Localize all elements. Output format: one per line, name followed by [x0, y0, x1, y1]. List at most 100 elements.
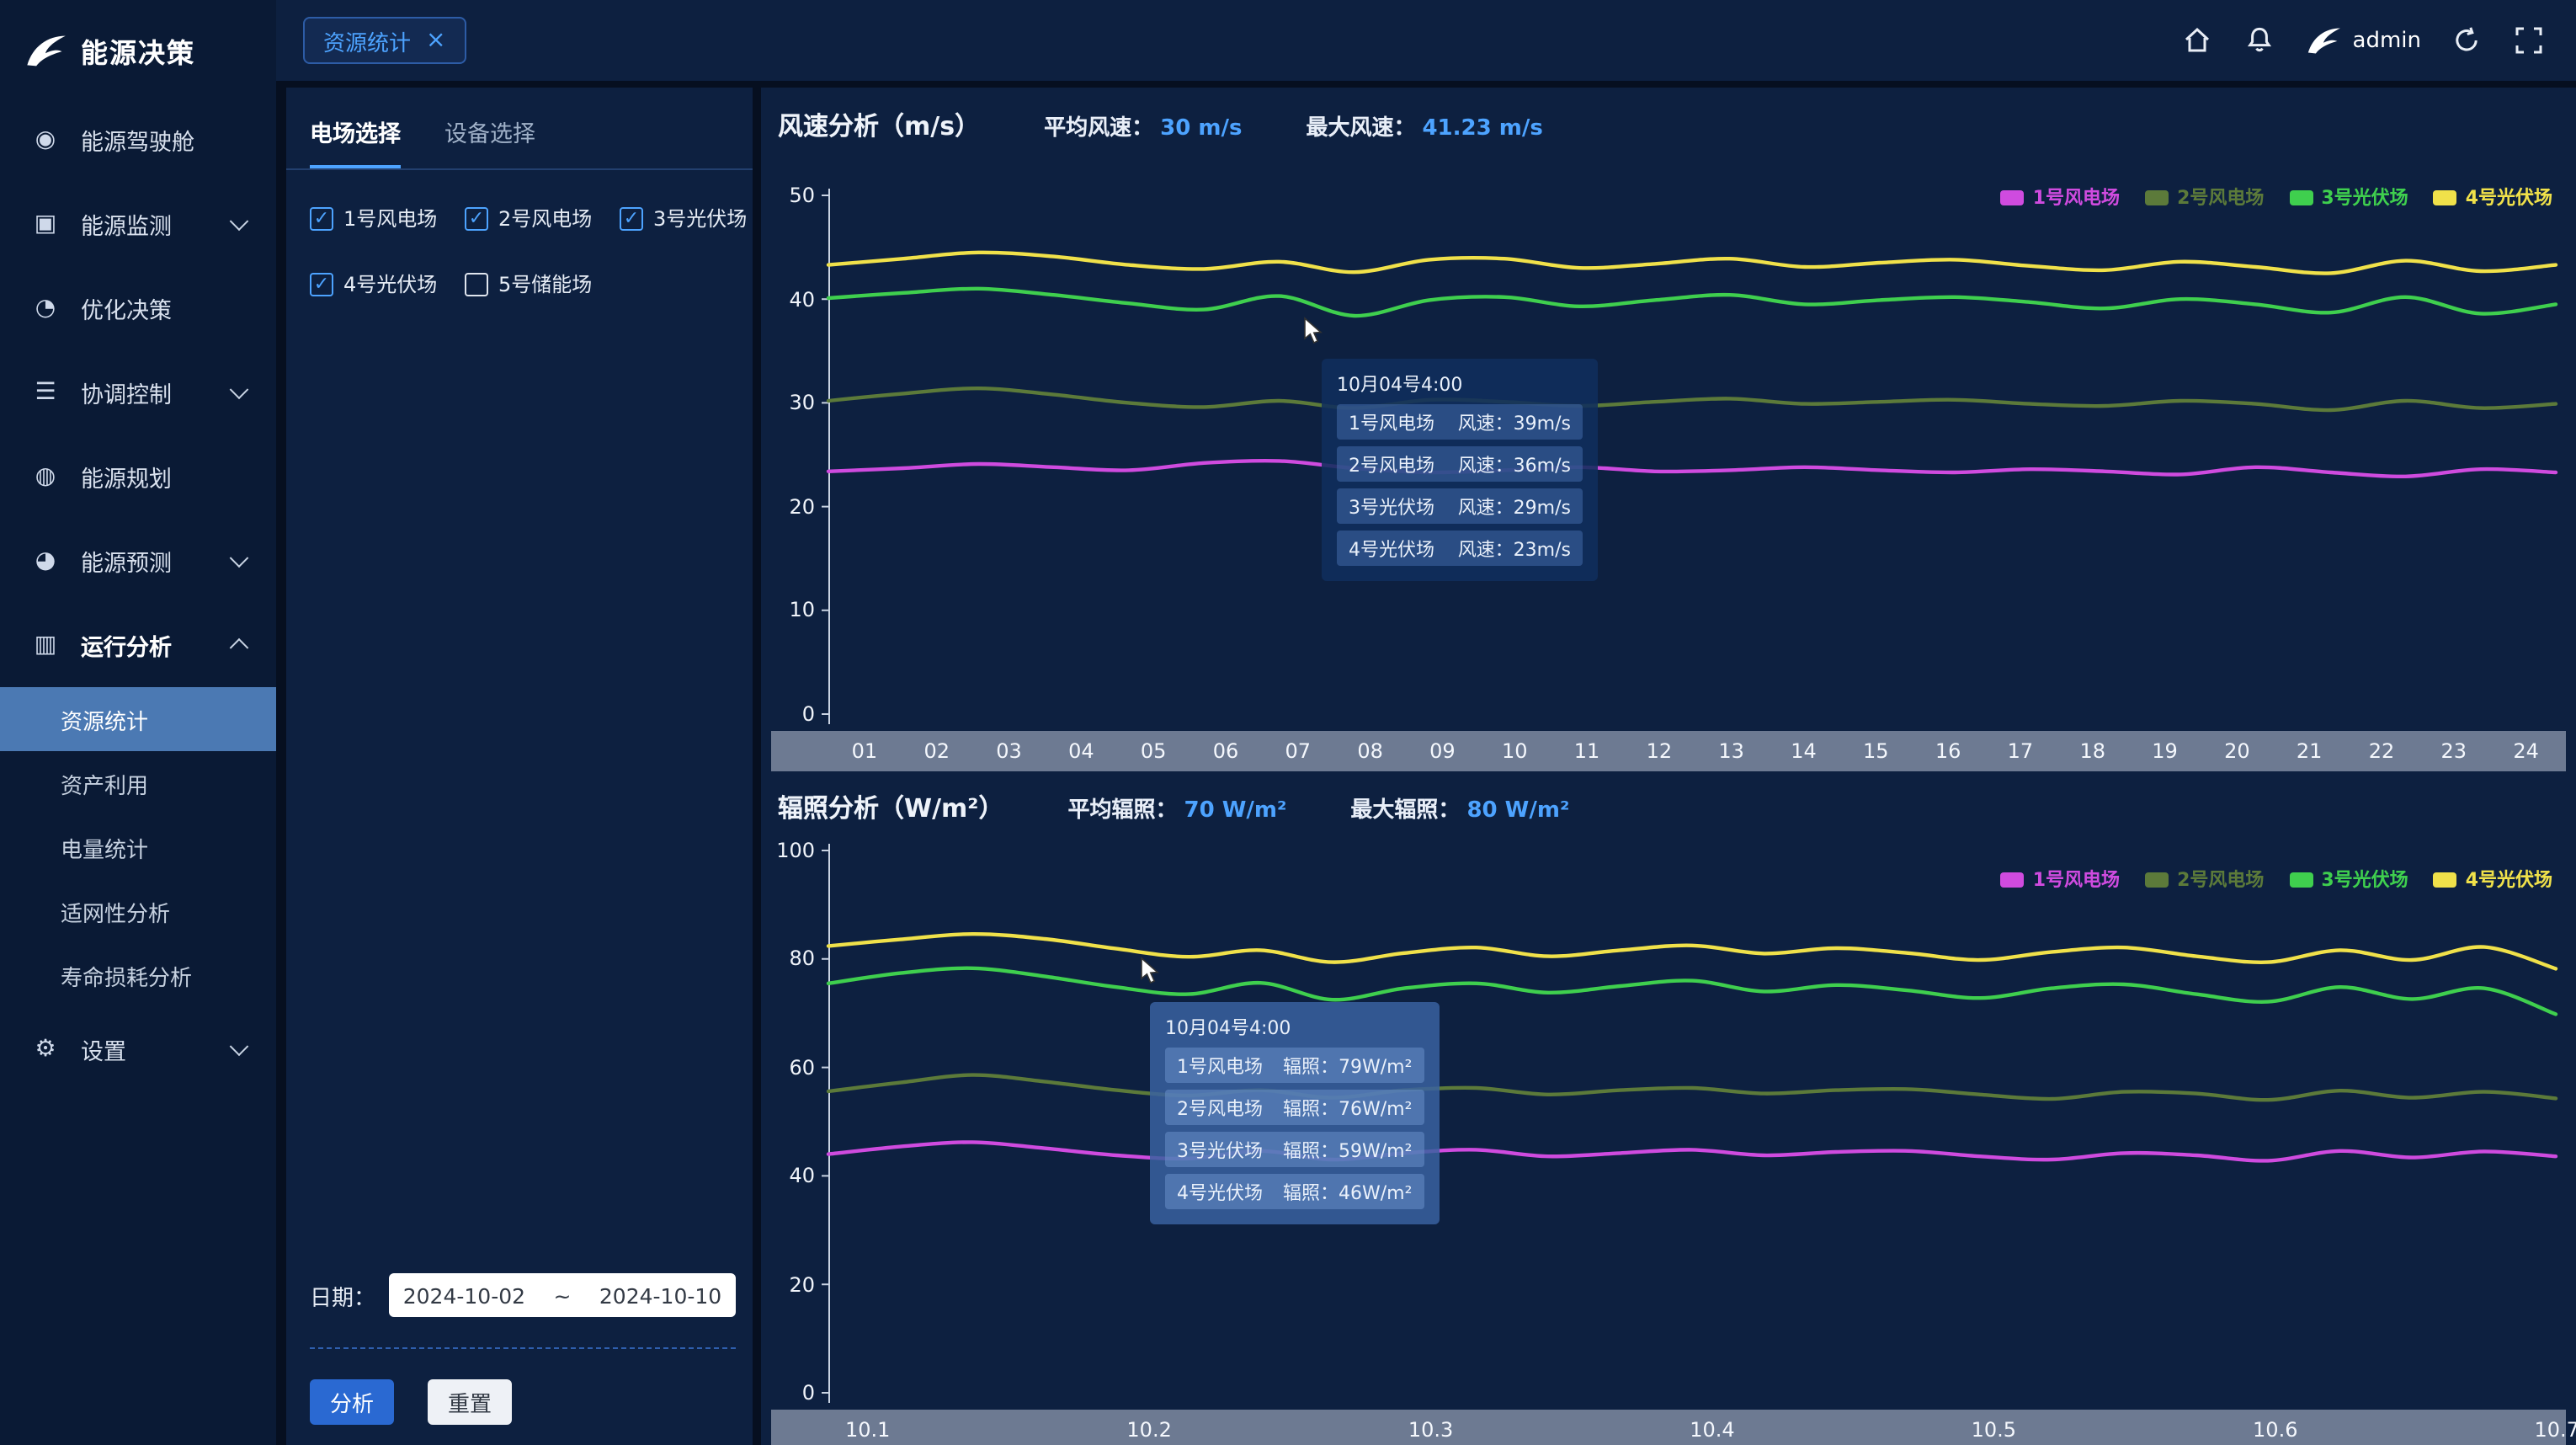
topbar: 资源统计 × admin	[276, 0, 2576, 81]
sidebar-menu: ◉能源驾驶舱▣能源监测 ◔ 优化决策 ☰协调控制◍能源规划 ◕ 能源预测 ▥运行分析资源统计…	[0, 98, 276, 1091]
bell-icon[interactable]	[2243, 24, 2277, 57]
x-axis-label: 10	[1502, 739, 1528, 763]
tooltip-value: 辐照：46W/m²	[1283, 1178, 1412, 1205]
chart-legend: 1号风电场 2号风电场 3号光伏场 4号光伏场	[2001, 184, 2552, 211]
sidebar-item-优化决策[interactable]: ◔ 优化决策	[0, 266, 276, 350]
sidebar-item-协调控制[interactable]: ☰协调控制	[0, 350, 276, 435]
analyze-button[interactable]: 分析	[310, 1379, 394, 1425]
chart-tooltip: 10月04号4:001号风电场风速：39m/s2号风电场风速：36m/s3号光伏…	[1322, 359, 1598, 581]
checkbox-checked-icon: ✓	[465, 206, 488, 230]
filter-tab-设备选择[interactable]: 设备选择	[444, 115, 535, 168]
legend-item-2号风电场[interactable]: 2号风电场	[2145, 866, 2264, 893]
home-icon[interactable]	[2181, 24, 2215, 57]
sidebar-item-label: 能源监测	[81, 207, 172, 241]
date-label: 日期：	[310, 1279, 375, 1311]
sidebar-item-能源规划[interactable]: ◍能源规划	[0, 435, 276, 519]
legend-label: 4号光伏场	[2466, 184, 2552, 211]
charts-panel: 风速分析（m/s）平均风速：30 m/s最大风速：41.23 m/s1号风电场2…	[761, 88, 2576, 1445]
x-axis-label: 10.2	[1126, 1418, 1171, 1442]
sidebar-item-能源驾驶舱[interactable]: ◉能源驾驶舱	[0, 98, 276, 182]
filter-panel-bottom: 日期： 2024-10-02 ~ 2024-10-10 分析 重置	[310, 1273, 736, 1425]
user-menu[interactable]: admin	[2306, 24, 2421, 57]
tab-resource-statistics[interactable]: 资源统计 ×	[303, 17, 466, 64]
sidebar-item-label: 能源预测	[81, 544, 172, 578]
chevron-down-icon	[230, 548, 249, 568]
reset-button[interactable]: 重置	[428, 1379, 512, 1425]
x-axis-label: 12	[1647, 739, 1673, 763]
date-start-value: 2024-10-02	[403, 1282, 525, 1308]
y-axis-label: 0	[764, 1381, 815, 1405]
sidebar-subitem-资源统计[interactable]: 资源统计	[0, 687, 276, 751]
tab-close-icon[interactable]: ×	[426, 29, 445, 52]
tooltip-series-name: 4号光伏场	[1349, 535, 1434, 562]
chevron-up-icon	[230, 638, 249, 658]
checkbox-5号储能场[interactable]: 5号储能场	[465, 269, 620, 298]
sidebar-item-label: 优化决策	[81, 291, 172, 325]
legend-item-4号光伏场[interactable]: 4号光伏场	[2434, 184, 2552, 211]
analysis-icon: ▥	[30, 632, 61, 659]
chart-tooltip: 10月04号4:001号风电场辐照：79W/m²2号风电场辐照：76W/m²3号…	[1150, 1002, 1439, 1224]
filter-tab-电场选择[interactable]: 电场选择	[310, 115, 401, 168]
x-axis-label: 10.7	[2534, 1418, 2576, 1442]
sidebar-item-label: 能源驾驶舱	[81, 123, 194, 157]
sidebar: 能源决策 ◉能源驾驶舱▣能源监测 ◔ 优化决策 ☰协调控制◍能源规划 ◕ 能源预测 ▥运行分…	[0, 0, 276, 1445]
sidebar-subitem-电量统计[interactable]: 电量统计	[0, 815, 276, 879]
forecast-icon: ◕	[30, 547, 61, 574]
tooltip-row: 4号光伏场风速：23m/s	[1337, 531, 1583, 566]
x-axis-label: 19	[2152, 739, 2178, 763]
legend-item-4号光伏场[interactable]: 4号光伏场	[2434, 866, 2552, 893]
app-root: 能源决策 ◉能源驾驶舱▣能源监测 ◔ 优化决策 ☰协调控制◍能源规划 ◕ 能源预测 ▥运行分…	[0, 0, 2576, 1445]
tooltip-row: 3号光伏场辐照：59W/m²	[1165, 1132, 1424, 1167]
x-axis-label: 10.1	[845, 1418, 890, 1442]
legend-item-3号光伏场[interactable]: 3号光伏场	[2289, 184, 2408, 211]
tooltip-series-name: 1号风电场	[1349, 408, 1434, 435]
sidebar-item-运行分析[interactable]: ▥运行分析	[0, 603, 276, 687]
fullscreen-icon[interactable]	[2512, 24, 2546, 57]
x-axis-label: 13	[1718, 739, 1744, 763]
tooltip-series-name: 3号光伏场	[1349, 493, 1434, 520]
x-axis-label: 10.5	[1972, 1418, 2016, 1442]
control-icon: ☰	[30, 379, 61, 406]
irradiance-chart: 辐照分析（W/m²）平均辐照：70 W/m²最大辐照：80 W/m²1号风电场2…	[761, 88, 2576, 1445]
chart-stat-label: 平均辐照：	[1067, 792, 1177, 824]
dashed-divider	[310, 1347, 736, 1349]
x-axis-label: 18	[2079, 739, 2105, 763]
checkbox-checked-icon: ✓	[310, 272, 333, 296]
legend-item-3号光伏场[interactable]: 3号光伏场	[2289, 866, 2408, 893]
sidebar-subitem-适网性分析[interactable]: 适网性分析	[0, 879, 276, 943]
x-axis-label: 20	[2224, 739, 2250, 763]
checkbox-4号光伏场[interactable]: ✓4号光伏场	[310, 269, 465, 298]
x-axis-labels: 10.110.210.310.410.510.610.7	[828, 1410, 2576, 1445]
cursor-pointer	[1303, 317, 1327, 347]
legend-swatch	[2434, 872, 2457, 887]
chart-title: 辐照分析（W/m²）	[778, 790, 1003, 825]
checkbox-1号风电场[interactable]: ✓1号风电场	[310, 204, 465, 232]
checkbox-checked-icon: ✓	[310, 206, 333, 230]
checkbox-2号风电场[interactable]: ✓2号风电场	[465, 204, 620, 232]
sidebar-item-能源预测[interactable]: ◕ 能源预测	[0, 519, 276, 603]
sidebar-subitem-资产利用[interactable]: 资产利用	[0, 751, 276, 815]
wind-speed-chart: 风速分析（m/s）平均风速：30 m/s最大风速：41.23 m/s1号风电场2…	[761, 88, 2576, 1445]
legend-label: 1号风电场	[2033, 866, 2120, 893]
checkbox-3号光伏场[interactable]: ✓3号光伏场	[620, 204, 774, 232]
chart-stat-label: 最大辐照：	[1350, 792, 1460, 824]
user-brand-icon	[2306, 24, 2343, 57]
legend-label: 3号光伏场	[2321, 184, 2408, 211]
tooltip-value: 辐照：79W/m²	[1283, 1052, 1412, 1079]
legend-item-2号风电场[interactable]: 2号风电场	[2145, 184, 2264, 211]
sidebar-subitem-寿命损耗分析[interactable]: 寿命损耗分析	[0, 943, 276, 1007]
legend-item-1号风电场[interactable]: 1号风电场	[2001, 184, 2120, 211]
refresh-icon[interactable]	[2450, 24, 2483, 57]
filter-tabs: 电场选择设备选择	[286, 88, 753, 170]
sidebar-item-能源监测[interactable]: ▣能源监测	[0, 182, 276, 266]
chart-legend: 1号风电场 2号风电场 3号光伏场 4号光伏场	[2001, 866, 2552, 893]
date-range-input[interactable]: 2024-10-02 ~ 2024-10-10	[389, 1273, 736, 1317]
legend-swatch	[2145, 189, 2169, 205]
x-axis-label: 14	[1791, 739, 1817, 763]
legend-swatch	[2434, 189, 2457, 205]
optimize-icon: ◔	[30, 295, 61, 322]
legend-item-1号风电场[interactable]: 1号风电场	[2001, 866, 2120, 893]
filter-panel: 电场选择设备选择 ✓1号风电场✓2号风电场✓3号光伏场✓4号光伏场5号储能场 日…	[286, 88, 753, 1445]
sidebar-item-设置[interactable]: ⚙设置	[0, 1007, 276, 1091]
brand: 能源决策	[0, 0, 276, 98]
